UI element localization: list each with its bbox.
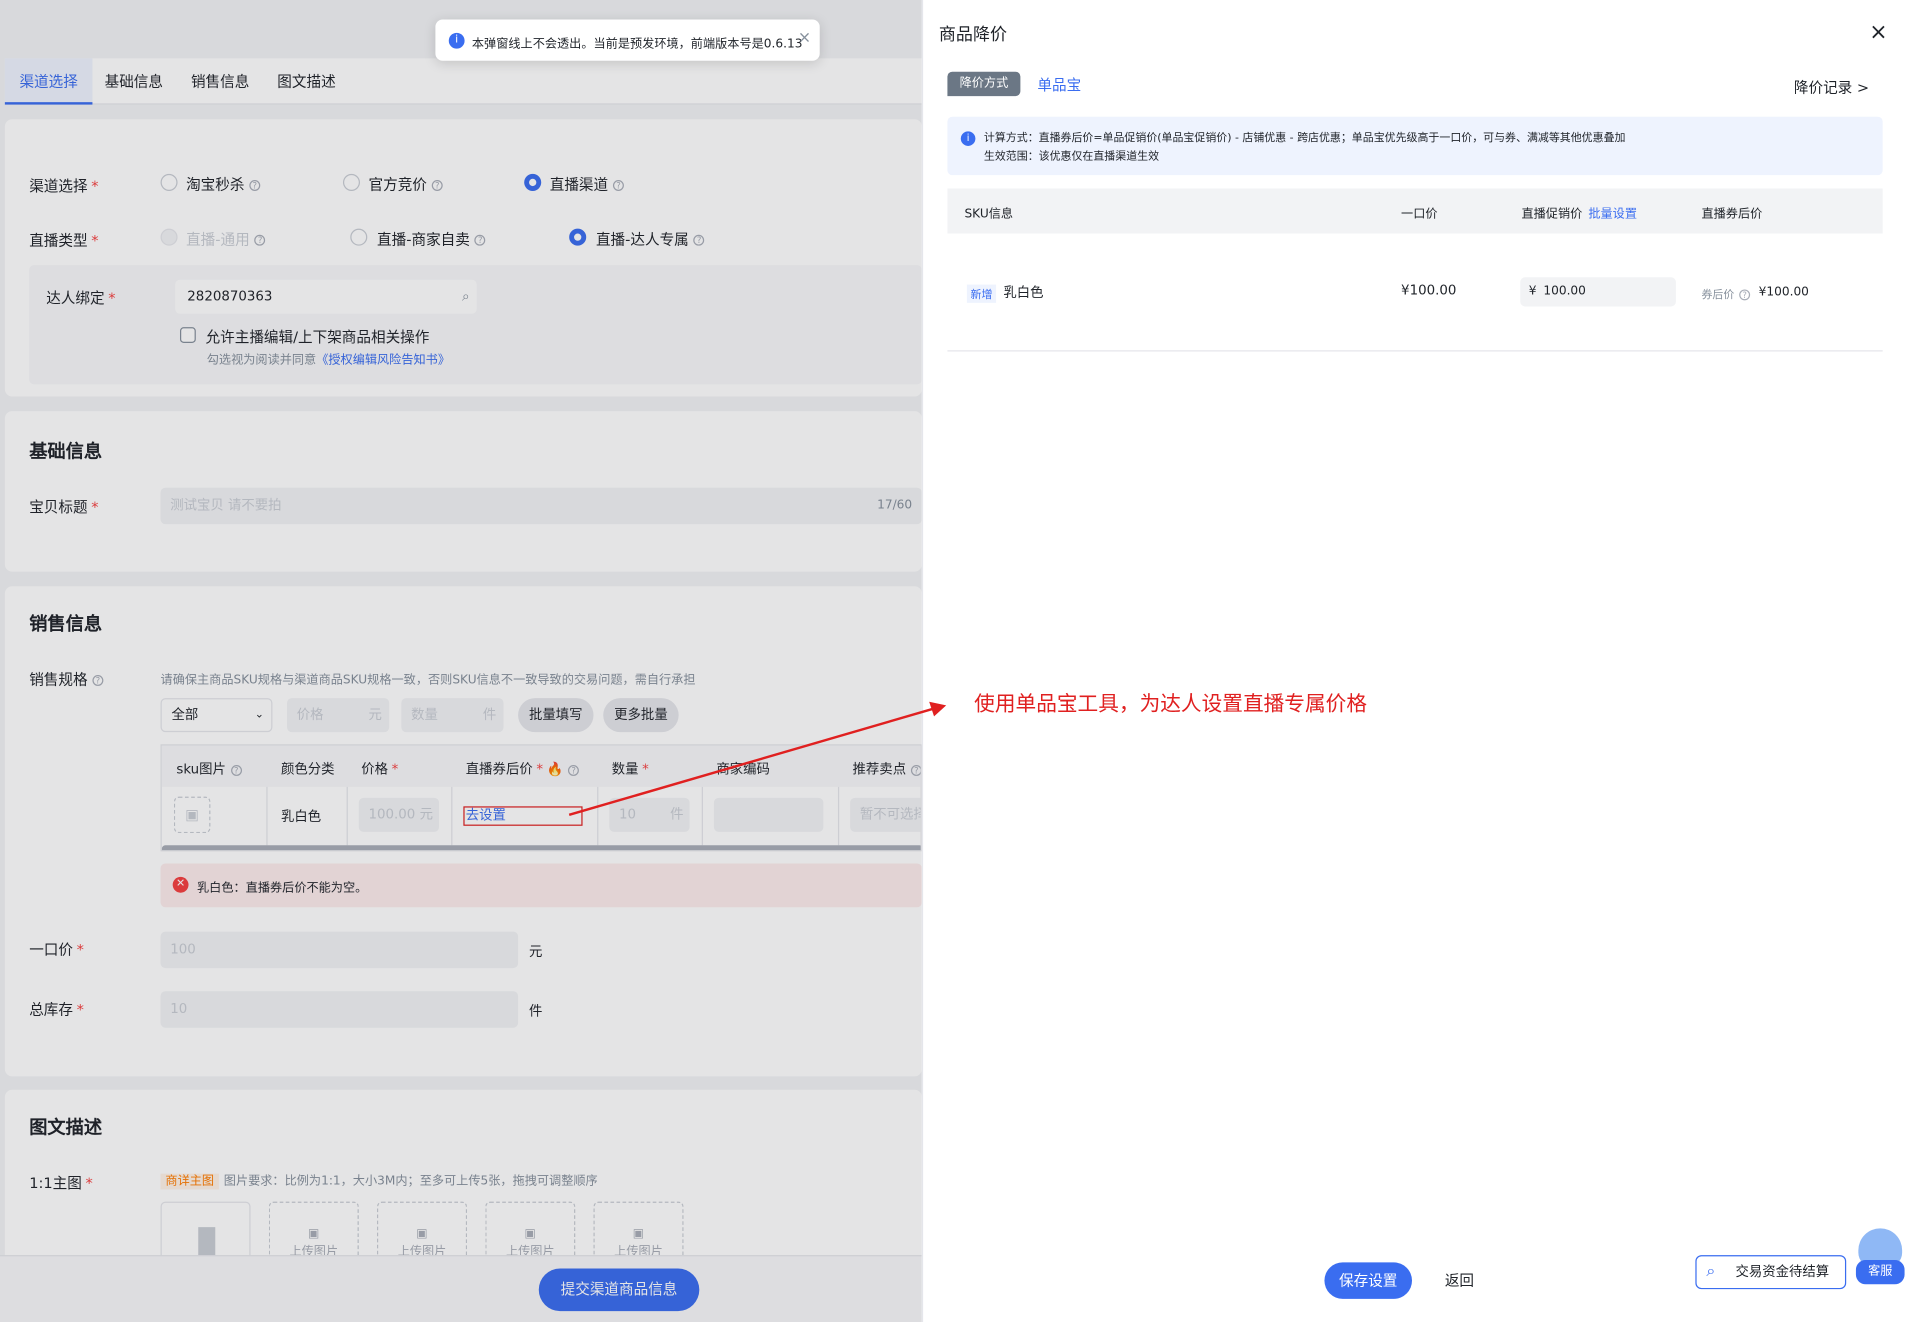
service-label: 客服: [1855, 1259, 1905, 1285]
annotation-text: 使用单品宝工具，为达人设置直播专属价格: [974, 692, 1368, 717]
annotation-arrow: [568, 701, 947, 817]
page: 渠道选择 基础信息 销售信息 图文描述 渠道选择 * 淘宝秒杀? 官方竞价? 直播…: [0, 0, 1907, 1322]
fund-search-widget[interactable]: ⌕ 交易资金待结算: [1695, 1255, 1847, 1290]
fund-search-text: 交易资金待结算: [1735, 1263, 1830, 1280]
customer-service-widget[interactable]: 客服: [1855, 1228, 1905, 1286]
search-icon: ⌕: [1706, 1262, 1716, 1281]
